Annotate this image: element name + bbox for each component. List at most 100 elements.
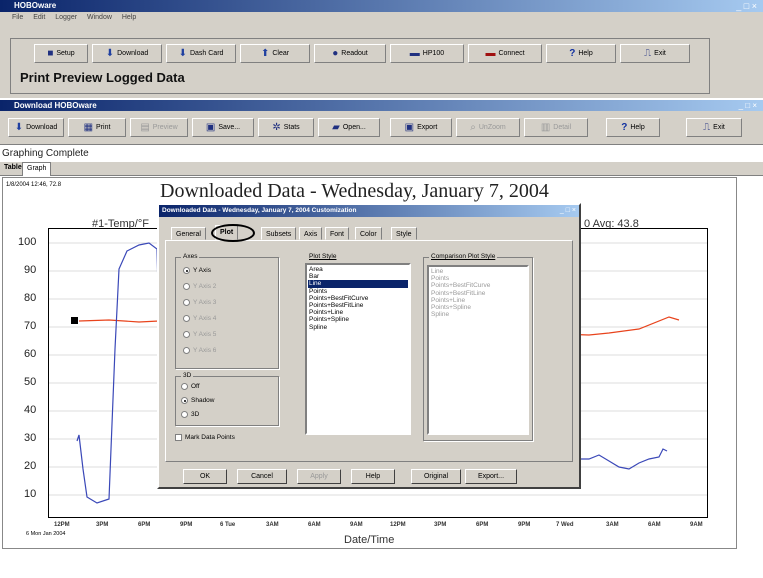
dialog-controls[interactable]: _ □ × <box>560 205 576 217</box>
save-button[interactable]: ▣ Save... <box>192 118 254 137</box>
cancel-button[interactable]: Cancel <box>237 469 287 484</box>
list-item[interactable]: Points+Line <box>308 309 408 316</box>
open-button[interactable]: ▰ Open... <box>318 118 380 137</box>
unzoom-icon: ⌕ <box>470 121 476 133</box>
x-tick-label: 3AM <box>266 522 279 528</box>
ok-button[interactable]: OK <box>183 469 227 484</box>
list-item[interactable]: Points <box>308 288 408 295</box>
list-item[interactable]: Points+BestFitLine <box>430 290 526 297</box>
list-item[interactable]: Line <box>308 280 408 288</box>
help-icon: ? <box>621 121 628 133</box>
setup-button[interactable]: ■ Setup <box>34 44 88 63</box>
y-tick-label: 10 <box>24 488 37 500</box>
menu-window[interactable]: Window <box>87 14 112 21</box>
stats-icon: ✲ <box>272 121 281 133</box>
y-tick-label: 70 <box>24 320 37 332</box>
detail-icon: ▥ <box>540 121 551 133</box>
plot-style-list[interactable]: Area Bar Line Points Points+BestFitCurve… <box>305 263 411 435</box>
x-tick-label: 6 Tue <box>220 522 236 528</box>
list-item[interactable]: Points+Spline <box>308 316 408 323</box>
x-tick-label: 6AM <box>648 522 661 528</box>
app-window-controls[interactable]: _ □ × <box>736 0 757 12</box>
export-button[interactable]: ▣ Export <box>390 118 452 137</box>
x-tick-label: 9PM <box>518 522 531 528</box>
graph-timestamp: 1/8/2004 12:46, 72.8 <box>6 182 62 188</box>
axis-radio[interactable]: Y Axis 3 <box>183 299 216 306</box>
threed-radio[interactable]: Off <box>181 383 200 390</box>
x-tick-label: 3PM <box>96 522 109 528</box>
threed-radio[interactable]: 3D <box>181 411 199 418</box>
stats-button[interactable]: ✲ Stats <box>258 118 314 137</box>
axes-group-label: Axes <box>181 253 200 260</box>
help-button[interactable]: ? Help <box>546 44 616 63</box>
tab-color[interactable]: Color <box>355 227 382 240</box>
x-tick-label: 7 Wed <box>556 522 574 528</box>
sub-download-button[interactable]: ⬇ Download <box>8 118 64 137</box>
list-item[interactable]: Line <box>430 268 526 275</box>
help-button[interactable]: Help <box>351 469 395 484</box>
open-icon: ▰ <box>332 121 340 133</box>
menu-logger[interactable]: Logger <box>55 14 77 21</box>
subwindow-controls[interactable]: _ □ × <box>739 100 757 111</box>
export-dialog-button[interactable]: Export... <box>465 469 517 484</box>
list-item[interactable]: Points <box>430 275 526 282</box>
list-item[interactable]: Points+BestFitLine <box>308 302 408 309</box>
unzoom-button[interactable]: ⌕ UnZoom <box>456 118 520 137</box>
axis-radio[interactable]: Y Axis <box>183 267 211 274</box>
download-button[interactable]: ⬇ Download <box>92 44 162 63</box>
axis-radio[interactable]: Y Axis 2 <box>183 283 216 290</box>
menu-bar: File Edit Logger Window Help <box>0 12 763 24</box>
subwindow-titlebar: Download HOBOware <box>0 100 763 111</box>
list-item[interactable]: Points+BestFitCurve <box>308 295 408 302</box>
tab-subsets[interactable]: Subsets <box>261 227 297 240</box>
readout-button[interactable]: ● Readout <box>314 44 386 63</box>
download-icon: ⬇ <box>178 47 187 59</box>
tab-graph[interactable]: Graph <box>22 162 52 176</box>
dash-card-button[interactable]: ⬇ Dash Card <box>166 44 236 63</box>
print-button[interactable]: ▦ Print <box>68 118 126 137</box>
readout-icon: ● <box>332 47 339 59</box>
axis-radio[interactable]: Y Axis 4 <box>183 315 216 322</box>
subwindow-title: Download HOBOware <box>14 101 97 110</box>
list-item[interactable]: Points+BestFitCurve <box>430 282 526 289</box>
app-titlebar: HOBOware <box>0 0 763 12</box>
clear-button[interactable]: ⬆ Clear <box>240 44 310 63</box>
threed-radio[interactable]: Shadow <box>181 397 215 404</box>
tab-axis[interactable]: Axis <box>299 227 323 240</box>
tab-table[interactable]: Table <box>4 164 22 171</box>
list-item[interactable]: Area <box>308 266 408 273</box>
list-item[interactable]: Points+Spline <box>430 304 526 311</box>
axis-radio[interactable]: Y Axis 6 <box>183 347 216 354</box>
list-item[interactable]: Spline <box>430 311 526 318</box>
y-tick-label: 60 <box>24 348 37 360</box>
save-icon: ▣ <box>205 121 216 133</box>
connect-button[interactable]: ▬ Connect <box>468 44 542 63</box>
plot-tab-highlight <box>211 224 255 242</box>
menu-help[interactable]: Help <box>122 14 136 21</box>
tab-general[interactable]: General <box>171 227 206 240</box>
help-icon: ? <box>569 47 576 59</box>
tab-font[interactable]: Font <box>325 227 350 240</box>
apply-button[interactable]: Apply <box>297 469 341 484</box>
mark-data-points-checkbox[interactable]: Mark Data Points <box>175 434 235 441</box>
sub-exit-button[interactable]: ⎍ Exit <box>686 118 742 137</box>
x-tick-label: 6PM <box>138 522 151 528</box>
hp100-button[interactable]: ▬ HP100 <box>390 44 464 63</box>
sub-help-button[interactable]: ? Help <box>606 118 660 137</box>
tab-style[interactable]: Style <box>391 227 417 240</box>
original-button[interactable]: Original <box>411 469 461 484</box>
detail-button[interactable]: ▥ Detail <box>524 118 588 137</box>
exit-icon: ⎍ <box>644 47 652 59</box>
menu-file[interactable]: File <box>12 14 23 21</box>
exit-button[interactable]: ⎍ Exit <box>620 44 690 63</box>
menu-edit[interactable]: Edit <box>33 14 45 21</box>
preview-button[interactable]: ▤ Preview <box>130 118 188 137</box>
setup-icon: ■ <box>47 47 54 59</box>
list-item[interactable]: Spline <box>308 324 408 331</box>
clear-icon: ⬆ <box>260 47 270 59</box>
comparison-style-list[interactable]: Line Points Points+BestFitCurve Points+B… <box>427 265 529 435</box>
axis-radio[interactable]: Y Axis 5 <box>183 331 216 338</box>
download-icon: ⬇ <box>14 121 24 133</box>
list-item[interactable]: Bar <box>308 273 408 280</box>
list-item[interactable]: Points+Line <box>430 297 526 304</box>
